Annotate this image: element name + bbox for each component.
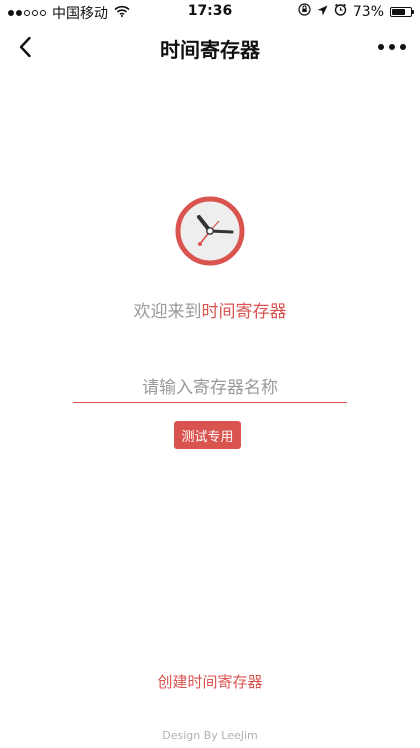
- more-button[interactable]: [372, 30, 412, 64]
- clock-icon: [174, 195, 246, 267]
- battery-icon: [390, 6, 414, 17]
- app-screen: 中国移动 17:36 73% 时间寄存器 欢迎来到时间寄存器 请输入寄存器名称 …: [0, 0, 420, 748]
- create-register-link[interactable]: 创建时间寄存器: [0, 671, 420, 692]
- welcome-prefix: 欢迎来到: [133, 302, 202, 322]
- register-name-input[interactable]: [73, 373, 347, 403]
- battery-level-fill: [392, 8, 406, 15]
- status-right: 73%: [298, 3, 414, 20]
- alarm-icon: [334, 3, 347, 20]
- more-dots-icon: [378, 44, 384, 50]
- footer-credit: Design By LeeJim: [162, 729, 258, 742]
- test-button[interactable]: 测试专用: [174, 421, 241, 449]
- status-bar: 中国移动 17:36 73%: [0, 0, 420, 24]
- location-arrow-icon: [317, 4, 328, 20]
- welcome-text: 欢迎来到时间寄存器: [0, 297, 420, 322]
- battery-percent: 73%: [352, 3, 384, 20]
- welcome-app-name: 时间寄存器: [201, 302, 287, 322]
- page-title: 时间寄存器: [160, 38, 260, 62]
- orientation-lock-icon: [298, 3, 311, 20]
- navigation-bar: 时间寄存器: [0, 24, 420, 70]
